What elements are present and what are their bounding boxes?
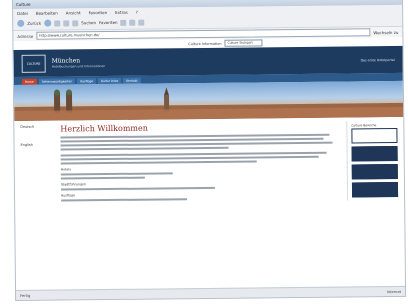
mail-icon[interactable] bbox=[129, 19, 136, 26]
page-content: Deutsch English Herzlich Willkommen Hote… bbox=[14, 117, 404, 208]
right-sidebar: Culture Bereiche bbox=[346, 120, 399, 201]
section-tours[interactable]: Stadtführungen bbox=[61, 180, 341, 186]
topnav-label[interactable]: Culture Information bbox=[188, 41, 221, 45]
text-line bbox=[60, 172, 173, 176]
language-english[interactable]: English bbox=[20, 143, 60, 147]
refresh-icon[interactable] bbox=[63, 19, 70, 26]
sidebar-title: Culture Bereiche bbox=[351, 123, 377, 128]
back-icon[interactable] bbox=[17, 19, 25, 27]
stop-icon[interactable] bbox=[54, 20, 61, 27]
banner-title: München Hotelbuchungen und Informationen bbox=[51, 57, 106, 69]
city-panorama-image bbox=[13, 80, 404, 121]
window-title: Culture bbox=[16, 1, 31, 7]
home-icon[interactable] bbox=[72, 19, 79, 26]
menu-datei[interactable]: Datei bbox=[17, 10, 28, 15]
zone-text: Internet bbox=[386, 289, 402, 294]
search-label[interactable]: Suchen bbox=[81, 20, 96, 25]
browser-window: Culture Datei Bearbeiten Ansicht Favorit… bbox=[13, 0, 406, 300]
favorites-label[interactable]: Favoriten bbox=[99, 20, 118, 25]
text-line bbox=[60, 141, 333, 147]
text-line bbox=[60, 176, 145, 180]
back-label[interactable]: Zurück bbox=[27, 21, 41, 26]
web-page: Culture Information Culture Stuttgart CU… bbox=[13, 36, 406, 291]
skyline-graphic bbox=[14, 87, 404, 121]
status-text: Fertig bbox=[20, 293, 31, 298]
text-line bbox=[61, 198, 188, 202]
sidebar-box[interactable] bbox=[351, 127, 398, 144]
sidebar-box[interactable] bbox=[351, 181, 399, 198]
text-line bbox=[60, 155, 319, 161]
print-icon[interactable] bbox=[138, 19, 145, 26]
sidebar-box[interactable] bbox=[351, 145, 398, 162]
menu-ansicht[interactable]: Ansicht bbox=[66, 10, 81, 15]
section-trips[interactable]: Ausflüge bbox=[61, 191, 341, 197]
site-banner: CULTURE München Hotelbuchungen und Infor… bbox=[13, 45, 403, 77]
history-icon[interactable] bbox=[120, 19, 127, 26]
menu-bearbeiten[interactable]: Bearbeiten bbox=[36, 10, 58, 15]
address-label: Adresse bbox=[17, 33, 34, 39]
menu-extras[interactable]: Extras bbox=[115, 9, 128, 14]
text-line bbox=[60, 146, 229, 151]
forward-icon[interactable] bbox=[44, 19, 52, 27]
menu-help[interactable]: ? bbox=[136, 9, 138, 14]
city-subtitle: Hotelbuchungen und Informationen bbox=[51, 64, 106, 69]
menu-favoriten[interactable]: Favoriten bbox=[89, 10, 108, 15]
left-column: Deutsch English bbox=[20, 125, 61, 204]
main-column: Herzlich Willkommen Hotels Stadtführunge… bbox=[60, 122, 347, 204]
city-select[interactable]: Culture Stuttgart bbox=[224, 39, 263, 47]
section-hotels[interactable]: Hotels bbox=[61, 165, 341, 171]
banner-tagline: Das erste Hotelportal bbox=[360, 57, 395, 62]
sidebar-box[interactable] bbox=[351, 163, 398, 180]
welcome-heading: Herzlich Willkommen bbox=[60, 123, 148, 134]
text-line bbox=[60, 160, 257, 165]
site-logo[interactable]: CULTURE bbox=[21, 54, 46, 73]
go-button[interactable]: Wechseln zu bbox=[373, 29, 398, 34]
text-line bbox=[60, 186, 215, 191]
language-german[interactable]: Deutsch bbox=[20, 125, 60, 129]
